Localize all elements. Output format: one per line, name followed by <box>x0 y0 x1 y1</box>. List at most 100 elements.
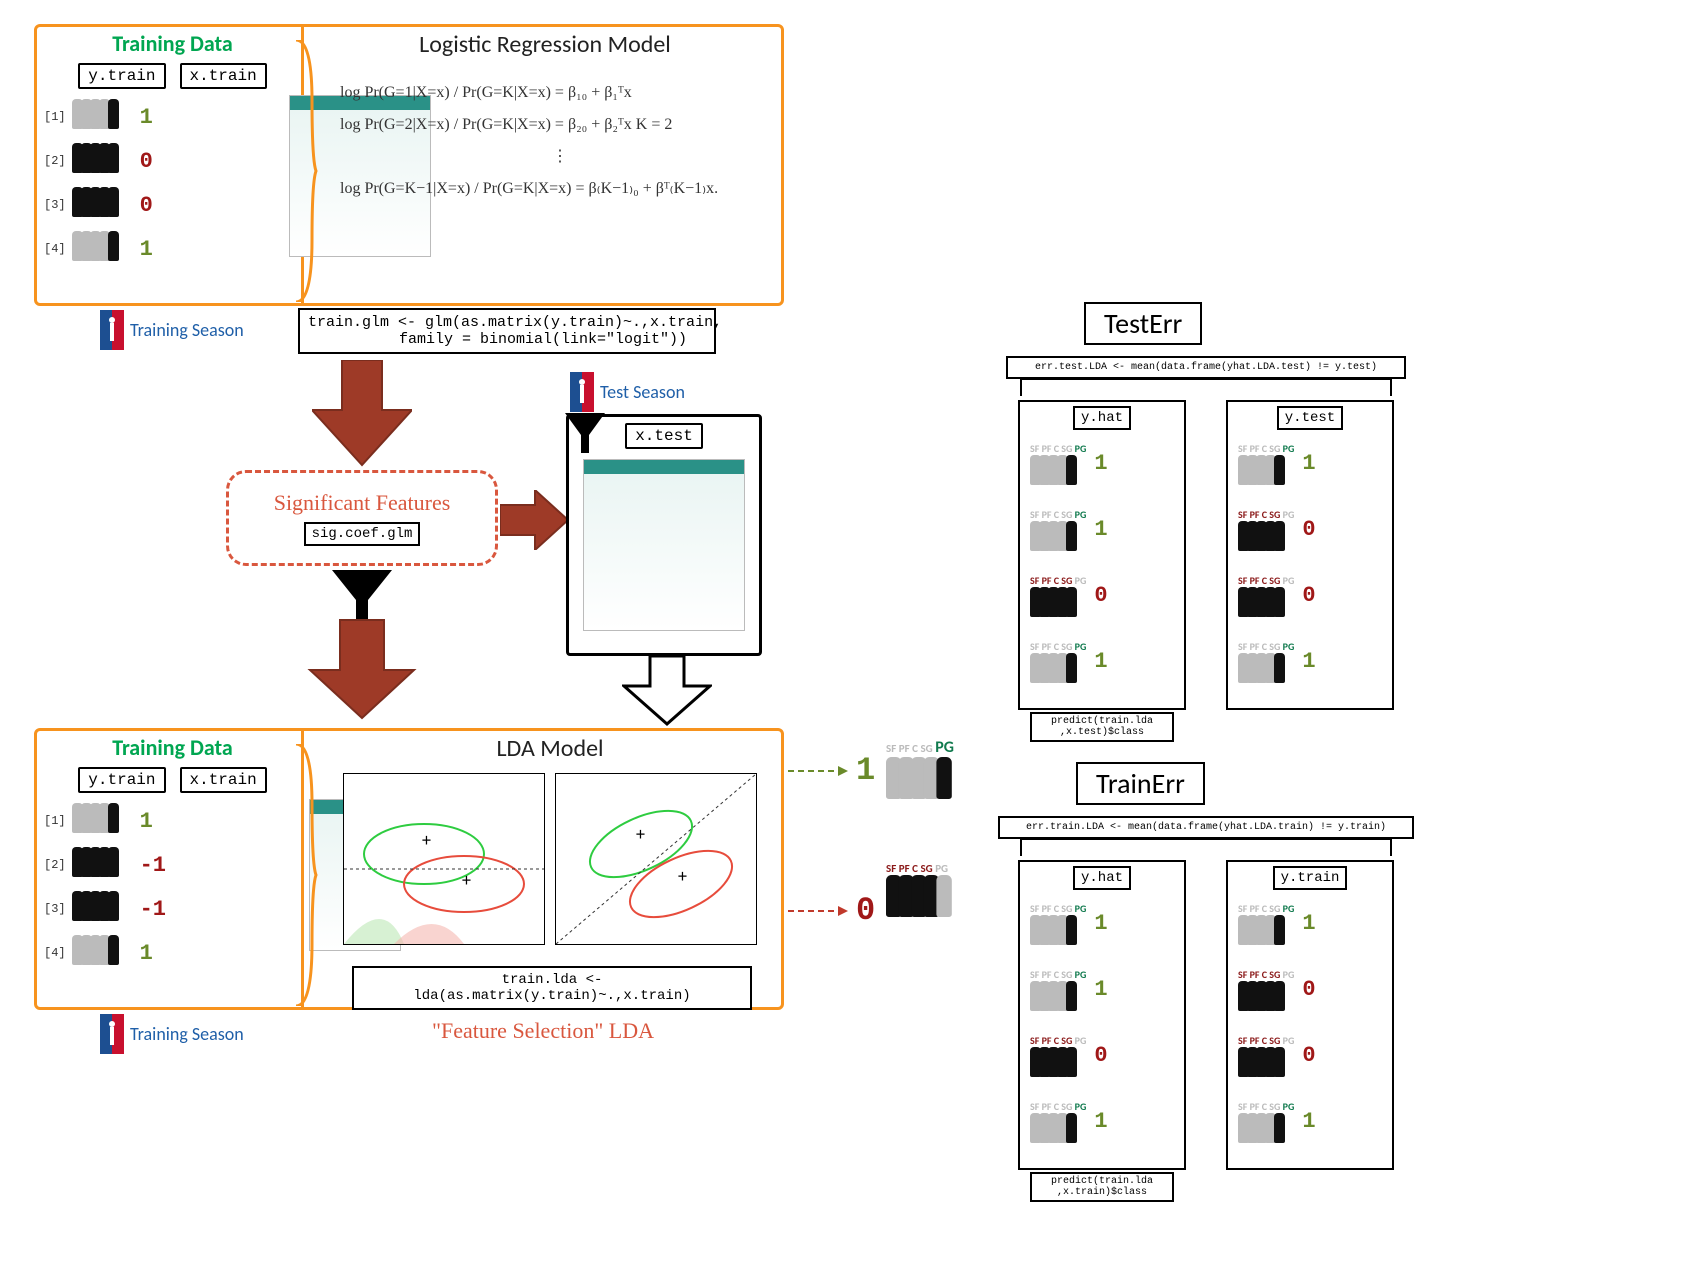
dashed-arrow-icon <box>788 906 848 916</box>
logistic-panel: Logistic Regression Model log Pr(G=1|X=x… <box>310 30 780 205</box>
funnel-icon <box>565 413 605 463</box>
err-row: SF PF C SG PG 1 <box>1228 890 1392 956</box>
svg-text:+: + <box>678 865 687 887</box>
bracket-icon <box>1020 838 1392 856</box>
arrow-down-icon <box>312 360 412 470</box>
xtest-box: x.test <box>566 414 762 656</box>
y-val: -1 <box>140 897 166 922</box>
row-idx: [1] <box>44 814 66 828</box>
brace-icon <box>292 744 322 1006</box>
err-row: SF PF C SG PG 1 <box>1020 430 1184 496</box>
y-train-label: y.train <box>78 767 165 793</box>
predict-train-code: predict(train.lda ,x.train)$class <box>1030 1172 1174 1202</box>
err-row: SF PF C SG PG 1 <box>1228 1088 1392 1154</box>
y-val: 1 <box>140 237 153 262</box>
err-row: SF PF C SG PG 1 <box>1020 956 1184 1022</box>
yhat-label: y.hat <box>1073 866 1131 890</box>
team-class-1: SF PF C SG PG <box>886 738 954 793</box>
math-line: log Pr(G=K−1|X=x) / Pr(G=K|X=x) = β₍K−1₎… <box>340 173 780 205</box>
arrow-down-outline-icon <box>622 656 712 726</box>
y-val: 1 <box>140 941 153 966</box>
row-idx: [4] <box>44 946 66 960</box>
sig-code: sig.coef.glm <box>304 522 421 546</box>
season-text: Test Season <box>600 381 685 403</box>
y-val: 0 <box>140 149 153 174</box>
row-idx: [3] <box>44 198 66 212</box>
y-val: 0 <box>140 193 153 218</box>
testerr-title-wrap: TestErr <box>1084 306 1202 341</box>
testerr-yhat-col: y.hat SF PF C SG PG 1 SF PF C SG PG 1 SF… <box>1018 400 1186 710</box>
math-line: log Pr(G=1|X=x) / Pr(G=K|X=x) = β₁₀ + β₁… <box>340 77 780 109</box>
nba-logo-icon <box>100 1014 124 1054</box>
season-text: Training Season <box>130 319 244 341</box>
ytest-label: y.test <box>1277 406 1343 430</box>
funnel-arrow-icon <box>304 570 420 720</box>
team-class-0: SF PF C SG PG <box>886 862 950 911</box>
bracket-icon <box>1020 378 1392 396</box>
lda-title: LDA Model <box>320 734 780 763</box>
lda-plot-1: + + <box>343 773 545 945</box>
lda-panel: LDA Model + + + + <box>320 734 780 945</box>
brace-icon <box>292 40 322 302</box>
yhat-label: y.hat <box>1073 406 1131 430</box>
err-row: SF PF C SG PG 0 <box>1228 496 1392 562</box>
trainerr-yhat-col: y.hat SF PF C SG PG 1 SF PF C SG PG 1 SF… <box>1018 860 1186 1170</box>
row-idx: [1] <box>44 110 66 124</box>
glm-code-box: train.glm <- glm(as.matrix(y.train)~.,x.… <box>298 308 716 354</box>
predict-test-code: predict(train.lda ,x.test)$class <box>1030 712 1174 742</box>
y-val: -1 <box>140 853 166 878</box>
output-class-1: 1 <box>856 752 875 789</box>
trainerr-code: err.train.LDA <- mean(data.frame(yhat.LD… <box>998 816 1414 839</box>
row-idx: [3] <box>44 902 66 916</box>
svg-text:+: + <box>422 829 431 851</box>
x-test-label: x.test <box>625 423 703 449</box>
row-idx: [2] <box>44 154 66 168</box>
trainerr-title: TrainErr <box>1076 762 1205 805</box>
err-row: SF PF C SG PG 0 <box>1020 562 1184 628</box>
testerr-code: err.test.LDA <- mean(data.frame(yhat.LDA… <box>1006 356 1406 379</box>
trainerr-ytrain-col: y.train SF PF C SG PG 1 SF PF C SG PG 0 … <box>1226 860 1394 1170</box>
training-data-title: Training Data <box>44 734 301 761</box>
trainerr-title-wrap: TrainErr <box>1076 766 1205 801</box>
err-row: SF PF C SG PG 1 <box>1228 628 1392 694</box>
significant-features-box: Significant Features sig.coef.glm <box>226 470 498 566</box>
err-row: SF PF C SG PG 0 <box>1228 562 1392 628</box>
row-idx: [2] <box>44 858 66 872</box>
err-row: SF PF C SG PG 1 <box>1020 1088 1184 1154</box>
testerr-ytest-col: y.test SF PF C SG PG 1 SF PF C SG PG 0 S… <box>1226 400 1394 710</box>
arrow-right-icon <box>500 490 570 550</box>
err-row: SF PF C SG PG 1 <box>1228 430 1392 496</box>
err-row: SF PF C SG PG 1 <box>1020 496 1184 562</box>
lda-plot-2: + + <box>555 773 757 945</box>
err-row: SF PF C SG PG 0 <box>1228 956 1392 1022</box>
x-train-label: x.train <box>180 767 267 793</box>
training-data-title: Training Data <box>44 30 301 57</box>
ytrain-label: y.train <box>1273 866 1348 890</box>
testerr-title: TestErr <box>1084 302 1202 345</box>
err-row: SF PF C SG PG 0 <box>1228 1022 1392 1088</box>
math-line: ⋮ <box>340 141 780 173</box>
fslda-label: "Feature Selection" LDA <box>432 1018 654 1044</box>
training-season-label-bottom: Training Season <box>100 1014 244 1054</box>
season-text: Training Season <box>130 1023 244 1045</box>
math-line: log Pr(G=2|X=x) / Pr(G=K|X=x) = β₂₀ + β₂… <box>340 109 780 141</box>
training-data-panel-bottom: Training Data y.train x.train [1] 1 [2] … <box>44 728 304 1008</box>
err-row: SF PF C SG PG 0 <box>1020 1022 1184 1088</box>
training-season-label-top: Training Season <box>100 310 244 350</box>
output-class-0: 0 <box>856 892 875 929</box>
test-season-label: Test Season <box>570 372 685 412</box>
y-val: 1 <box>140 105 153 130</box>
sig-title: Significant Features <box>274 490 451 516</box>
lda-code-box: train.lda <- lda(as.matrix(y.train)~.,x.… <box>352 966 752 1010</box>
nba-logo-icon <box>100 310 124 350</box>
nba-logo-icon <box>570 372 594 412</box>
row-idx: [4] <box>44 242 66 256</box>
err-row: SF PF C SG PG 1 <box>1020 628 1184 694</box>
y-train-label: y.train <box>78 63 165 89</box>
svg-text:+: + <box>462 869 471 891</box>
y-val: 1 <box>140 809 153 834</box>
err-row: SF PF C SG PG 1 <box>1020 890 1184 956</box>
x-train-label: x.train <box>180 63 267 89</box>
svg-text:+: + <box>636 823 645 845</box>
dashed-arrow-icon <box>788 766 848 776</box>
